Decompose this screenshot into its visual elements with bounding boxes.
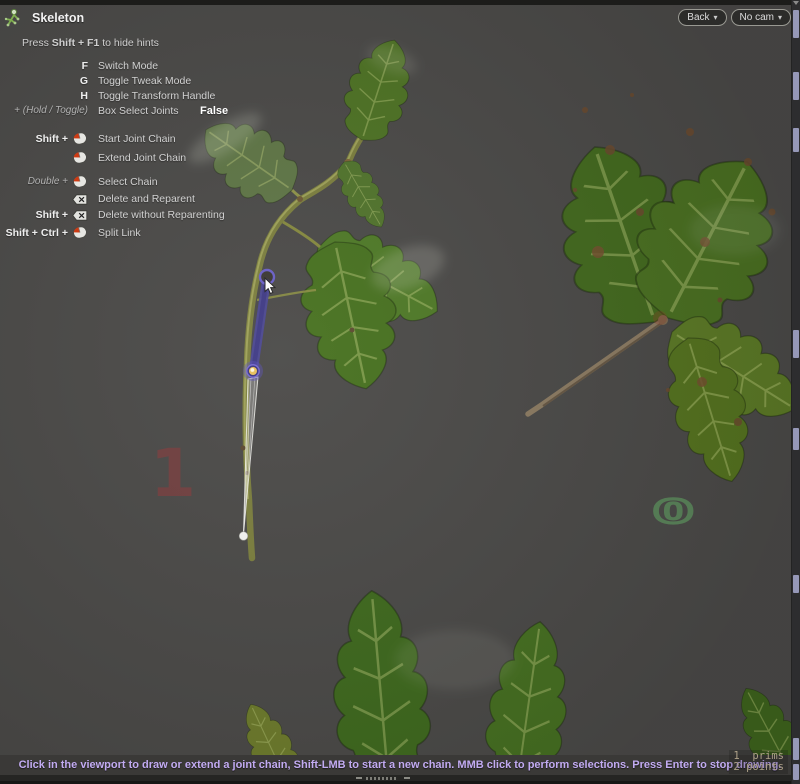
hint-row-extend-chain: Extend Joint Chain: [0, 148, 225, 167]
mouse-left-button-icon: [72, 132, 88, 145]
box-select-value: False: [200, 105, 228, 117]
hint-row-split-link: Shift + Ctrl + Split Link: [0, 223, 225, 242]
hint-row-switch-mode: F Switch Mode: [0, 58, 225, 73]
mouse-left-button-icon: [72, 175, 88, 188]
hint-row-transform-handle: H Toggle Transform Handle: [0, 88, 225, 103]
scroll-left-arrow[interactable]: [356, 777, 362, 779]
status-message: Click in the viewport to draw or extend …: [19, 759, 782, 771]
top-edge-strip: [0, 0, 800, 5]
mouse-left-button-icon: [72, 226, 88, 239]
hint-row-box-select: + (Hold / Toggle) Box Select Joints Fals…: [0, 103, 225, 118]
back-button[interactable]: Back ▾: [678, 9, 726, 26]
hints-intro: Press Shift + F1 to hide hints: [22, 37, 225, 49]
geometry-stats: 1 prims2 points: [729, 750, 788, 774]
joint-middle-selected[interactable]: [243, 361, 263, 381]
tool-header: Skeleton: [2, 7, 84, 29]
skeleton-tool-icon: [2, 7, 24, 29]
hints-intro-hotkey: Shift + F1: [52, 37, 100, 49]
viewport-top-buttons: Back ▾ No cam ▾: [678, 9, 791, 26]
chevron-down-icon: ▾: [778, 14, 782, 22]
status-bar: Click in the viewport to draw or extend …: [0, 755, 800, 775]
skeleton-tool-window: 1 0: [0, 0, 800, 784]
point-number-annotation: 0: [653, 493, 693, 530]
hint-row-delete-reparent: Delete and Reparent: [0, 191, 225, 207]
prim-number-annotation: 1: [150, 435, 196, 512]
mouse-left-button-icon: [72, 151, 88, 164]
scroll-right-arrow[interactable]: [404, 777, 410, 779]
delete-key-icon: [72, 210, 88, 221]
chevron-down-icon: ▾: [714, 14, 718, 22]
hint-row-start-chain: Shift + Start Joint Chain: [0, 129, 225, 148]
hints-overlay: Press Shift + F1 to hide hints F Switch …: [0, 37, 225, 242]
tool-title: Skeleton: [32, 11, 84, 25]
right-branch-group: [528, 93, 800, 492]
hint-row-select-chain: Double + Select Chain: [0, 172, 225, 191]
delete-key-icon: [72, 194, 88, 205]
hint-row-tweak-mode: G Toggle Tweak Mode: [0, 73, 225, 88]
scrollbar-thumb[interactable]: [366, 777, 396, 780]
points-count: 2 points: [733, 761, 784, 773]
overview-ruler-scrollbar[interactable]: [791, 0, 800, 784]
joint-end[interactable]: [239, 532, 248, 541]
hint-row-delete-no-reparent: Shift + Delete without Reparenting: [0, 207, 225, 223]
ruler-top-arrow-icon: [793, 1, 799, 5]
camera-select-button[interactable]: No cam ▾: [731, 9, 791, 26]
